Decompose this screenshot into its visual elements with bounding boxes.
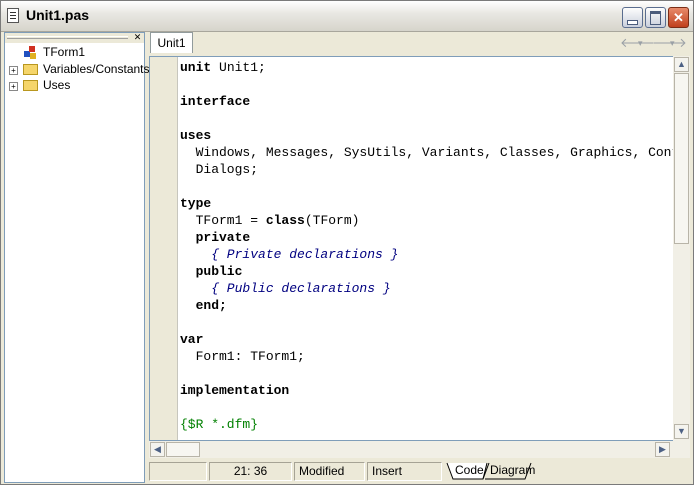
keyword-token: interface — [180, 94, 251, 109]
modified-status: Modified — [294, 462, 365, 481]
tree-item-tform1[interactable]: TForm1 — [5, 45, 144, 61]
code-line[interactable]: var — [180, 331, 203, 348]
panel-header: ✕ — [5, 33, 144, 43]
tree-item-uses[interactable]: + Uses — [5, 78, 144, 94]
keyword-token: var — [180, 332, 204, 347]
vertical-scroll-thumb[interactable] — [674, 73, 689, 244]
expand-icon[interactable]: + — [9, 66, 18, 75]
tab-code[interactable]: Code — [455, 462, 484, 480]
code-line[interactable]: Windows, Messages, SysUtils, Variants, C… — [180, 144, 675, 161]
code-line[interactable]: public — [180, 263, 243, 280]
code-line[interactable]: end; — [180, 297, 227, 314]
panel-close-icon[interactable]: ✕ — [133, 33, 142, 42]
keyword-token: uses — [180, 128, 212, 143]
forward-dropdown-icon[interactable]: ▾ — [670, 38, 675, 49]
code-token: Dialogs; — [180, 162, 259, 177]
tree-item-label: Uses — [43, 78, 71, 92]
editor-tab-bar: Unit1 🡐 ▾ 🡒 ▾ — [148, 32, 692, 54]
scroll-left-button[interactable]: ◀ — [150, 442, 165, 457]
keyword-token: class — [265, 213, 305, 228]
code-editor[interactable]: unit Unit1; interface uses Windows, Messag… — [149, 56, 690, 441]
code-line[interactable]: private — [180, 229, 251, 246]
comment-token: { Private declarations } — [180, 247, 399, 262]
horizontal-scroll-thumb[interactable] — [166, 442, 200, 457]
maximize-icon — [650, 11, 661, 25]
back-dropdown-icon[interactable]: ▾ — [638, 38, 643, 49]
folder-icon — [23, 64, 38, 75]
tab-diagram[interactable]: Diagram — [490, 462, 535, 480]
vertical-scrollbar[interactable]: ▲ ▼ — [673, 56, 690, 441]
code-line[interactable]: TForm1 = class(TForm) — [180, 212, 360, 229]
code-line[interactable]: interface — [180, 93, 250, 110]
scroll-up-button[interactable]: ▲ — [674, 57, 689, 72]
keyword-token: private — [180, 230, 251, 245]
minimize-icon — [627, 20, 638, 25]
title-bar[interactable]: Unit1.pas ✕ — [1, 1, 693, 32]
status-bar: 21: 36 Modified Insert Code Diagram — [149, 460, 692, 483]
keyword-token: type — [180, 196, 212, 211]
tree-item-label: Variables/Constants — [43, 62, 150, 76]
code-line[interactable]: {$R *.dfm} — [180, 416, 258, 433]
keyword-token: implementation — [180, 383, 290, 398]
status-blank — [149, 462, 207, 481]
window-title: Unit1.pas — [26, 7, 90, 23]
code-line[interactable]: implementation — [180, 382, 289, 399]
document-icon — [7, 8, 19, 23]
keyword-token: public — [180, 264, 243, 279]
code-token: TForm1 = — [180, 213, 266, 228]
code-line[interactable]: { Public declarations } — [180, 280, 391, 297]
folder-icon — [23, 80, 38, 91]
tree-item-label: TForm1 — [43, 45, 85, 59]
code-text-area[interactable]: unit Unit1; interface uses Windows, Messag… — [180, 57, 675, 440]
close-button[interactable]: ✕ — [668, 7, 689, 28]
horizontal-scrollbar[interactable]: ◀ ▶ — [149, 441, 690, 458]
keyword-token: unit — [180, 60, 212, 75]
code-line[interactable]: unit Unit1; — [180, 59, 266, 76]
code-token: Form1: TForm1; — [180, 349, 305, 364]
editor-gutter[interactable] — [150, 57, 178, 440]
code-line[interactable]: Dialogs; — [180, 161, 258, 178]
tree-item-variables-constants[interactable]: + Variables/Constants — [5, 62, 150, 78]
code-line[interactable]: Form1: TForm1; — [180, 348, 305, 365]
code-token: Windows, Messages, SysUtils, Variants, C… — [195, 145, 675, 160]
code-line[interactable]: { Private declarations } — [180, 246, 398, 263]
cursor-position: 21: 36 — [209, 462, 292, 481]
maximize-button[interactable] — [645, 7, 666, 28]
close-icon: ✕ — [673, 9, 684, 25]
code-line[interactable]: type — [180, 195, 211, 212]
code-line[interactable]: uses — [180, 127, 211, 144]
scroll-down-button[interactable]: ▼ — [674, 424, 689, 439]
form-icon — [24, 46, 36, 59]
scroll-right-button[interactable]: ▶ — [655, 442, 670, 457]
tab-unit1[interactable]: Unit1 — [150, 32, 193, 53]
insert-mode: Insert — [367, 462, 442, 481]
comment-token: { Public declarations } — [180, 281, 391, 296]
panel-grip[interactable] — [7, 36, 128, 39]
code-token: (TForm) — [304, 213, 360, 228]
directive-token: {$R *.dfm} — [180, 417, 259, 432]
expand-icon[interactable]: + — [9, 82, 18, 91]
minimize-button[interactable] — [622, 7, 643, 28]
code-explorer-panel: ✕ TForm1 + Variables/Constants + Uses — [4, 32, 150, 483]
editor-window: Unit1.pas ✕ ✕ TForm1 + Variables/Constan… — [0, 0, 694, 485]
keyword-token: end; — [180, 298, 227, 313]
code-token: Unit1; — [211, 60, 266, 75]
